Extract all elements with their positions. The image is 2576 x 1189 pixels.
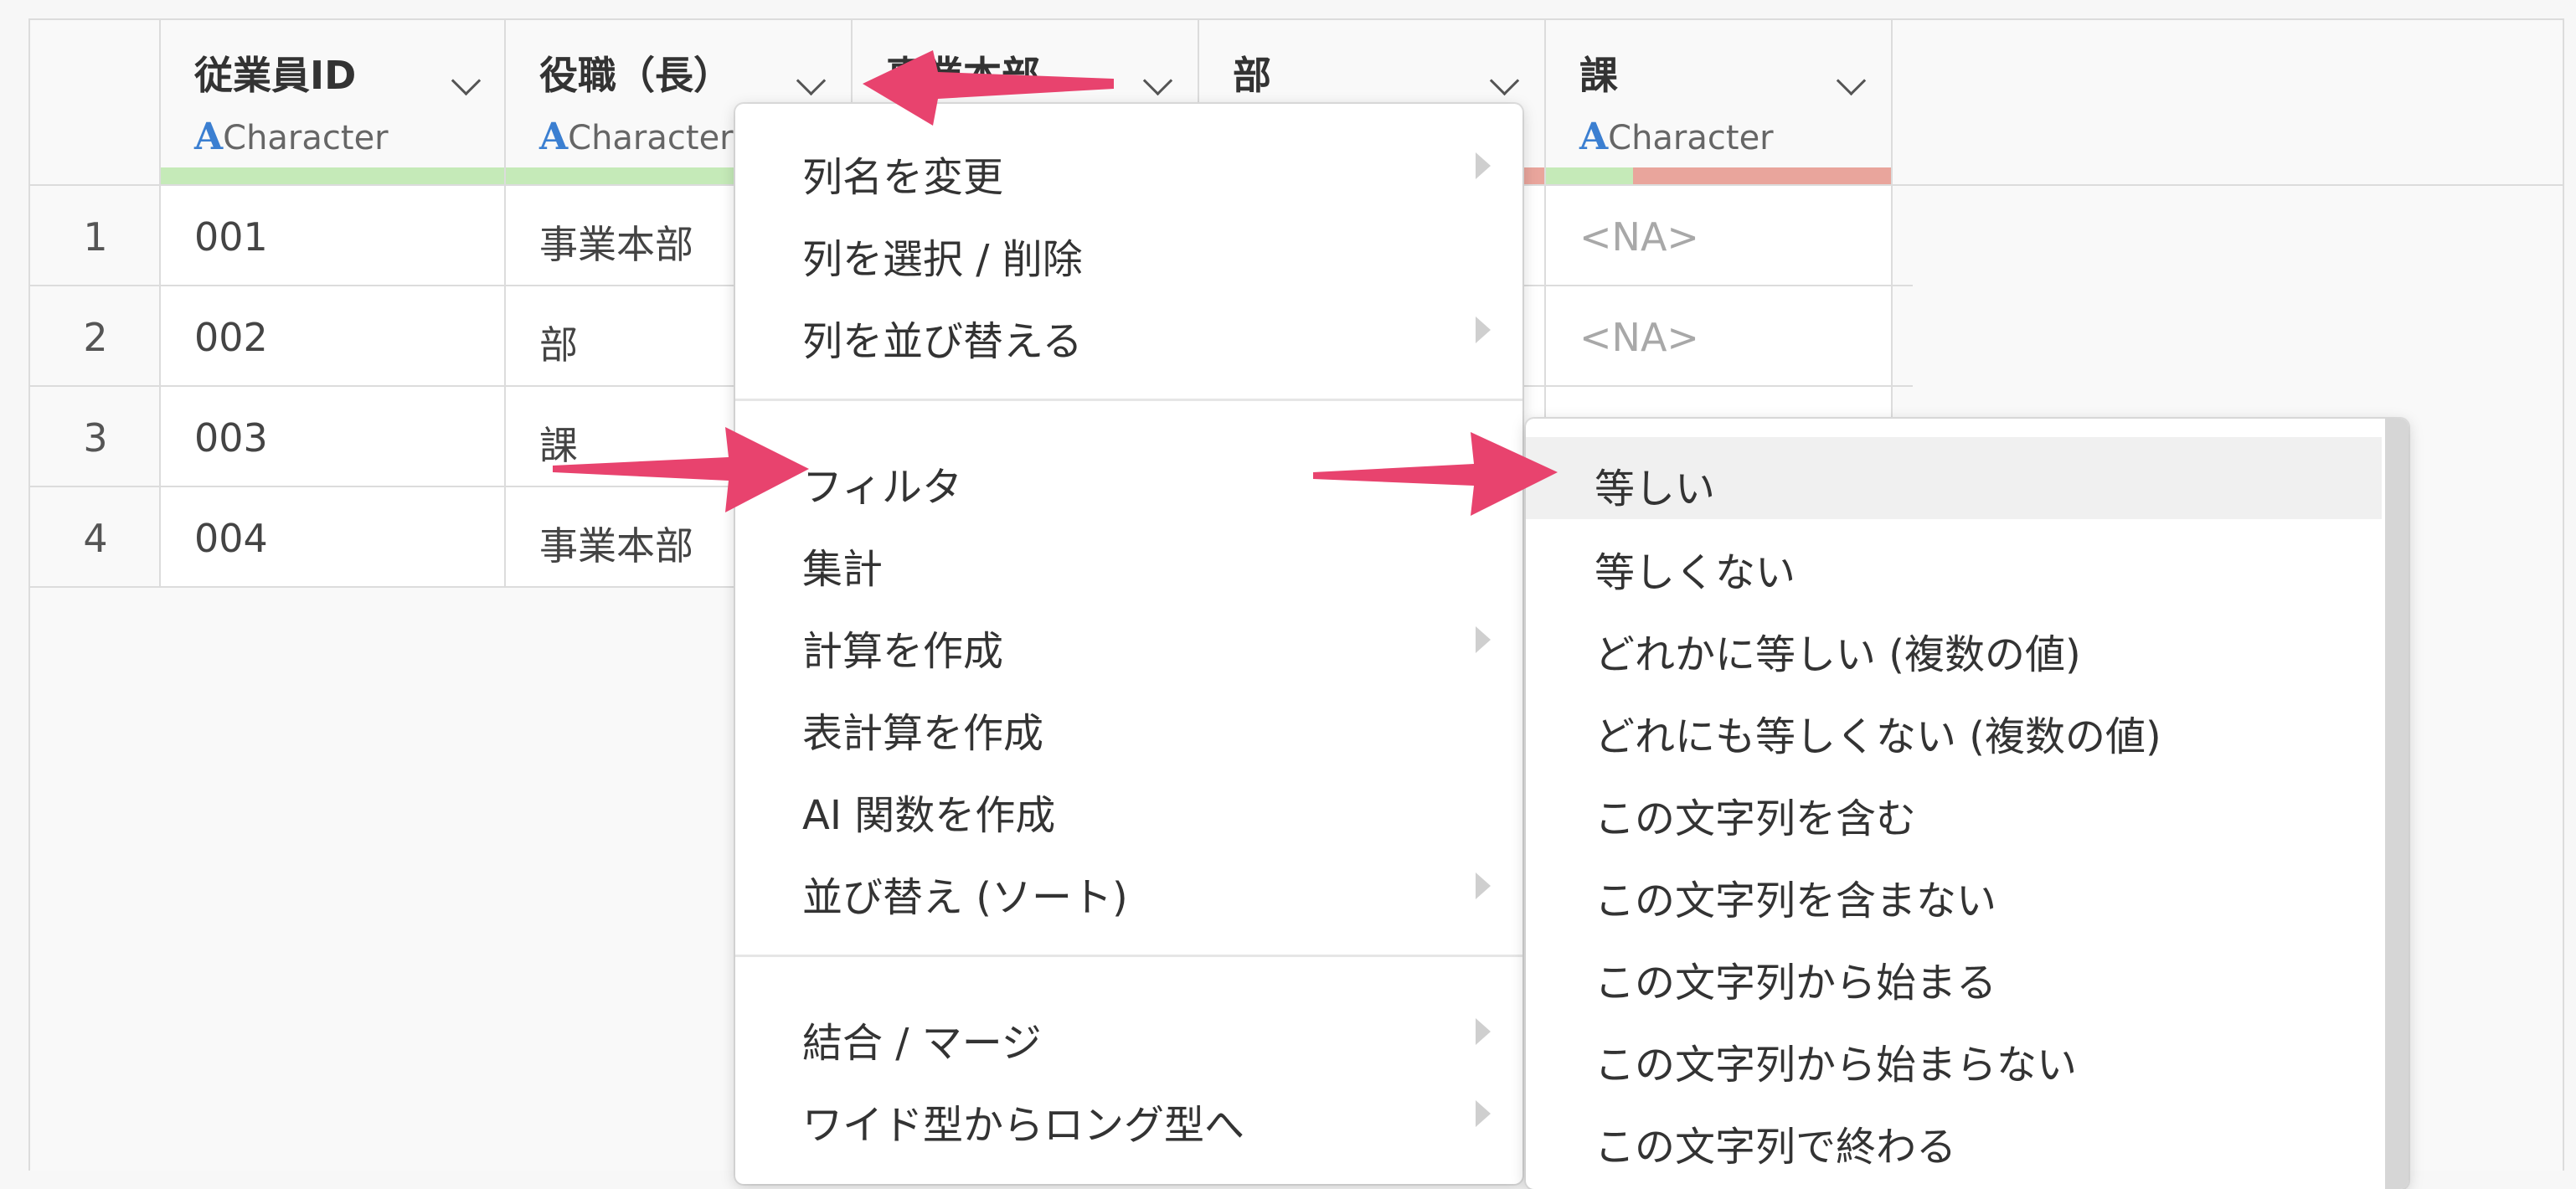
filter-option-equal[interactable]: 等しい bbox=[1526, 437, 2382, 519]
filter-option-ends-with[interactable]: この文字列で終わる bbox=[1526, 1095, 2382, 1177]
filter-option-equal-any[interactable]: どれかに等しい (複数の値) bbox=[1526, 603, 2382, 685]
character-type-icon: A bbox=[1579, 116, 1609, 158]
column-title: 課 bbox=[1579, 53, 1618, 98]
menu-separator bbox=[735, 955, 1522, 957]
menu-item-select-delete-columns[interactable]: 列を選択 / 削除 bbox=[735, 211, 1522, 286]
filter-submenu: 等しい 等しくない どれかに等しい (複数の値) どれにも等しくない (複数の値… bbox=[1526, 419, 2409, 1189]
chevron-down-icon[interactable] bbox=[1142, 65, 1173, 96]
chevron-down-icon[interactable] bbox=[796, 65, 827, 96]
menu-item-rename-column[interactable]: 列名を変更 bbox=[735, 129, 1522, 204]
quality-bar bbox=[161, 167, 504, 184]
column-type: ACharacter bbox=[194, 116, 389, 158]
chevron-down-icon[interactable] bbox=[1489, 65, 1520, 96]
menu-item-summarize[interactable]: 集計 bbox=[735, 521, 1522, 596]
submenu-caret-icon bbox=[1476, 626, 1491, 653]
table-cell[interactable]: 003 bbox=[161, 387, 506, 486]
filter-option-not-contains[interactable]: この文字列を含まない bbox=[1526, 849, 2382, 931]
annotation-arrow-left-icon bbox=[863, 50, 1114, 126]
table-cell[interactable]: 002 bbox=[161, 286, 506, 385]
annotation-arrow-right-icon bbox=[553, 427, 809, 512]
chevron-down-icon[interactable] bbox=[451, 65, 482, 96]
submenu-caret-icon bbox=[1476, 1100, 1491, 1127]
table-cell[interactable]: <NA> bbox=[1546, 286, 1893, 385]
menu-separator bbox=[735, 399, 1522, 401]
quality-bar bbox=[1546, 167, 1891, 184]
filter-option-not-starts-with[interactable]: この文字列から始まらない bbox=[1526, 1013, 2382, 1095]
menu-item-join-merge[interactable]: 結合 / マージ bbox=[735, 995, 1522, 1070]
row-index: 4 bbox=[30, 487, 161, 586]
row-index-header bbox=[30, 20, 161, 184]
menu-item-create-table-calculation[interactable]: 表計算を作成 bbox=[735, 685, 1522, 760]
column-title: 従業員ID bbox=[194, 53, 357, 98]
menu-item-create-ai-function[interactable]: AI 関数を作成 bbox=[735, 767, 1522, 842]
filter-option-not-equal-any[interactable]: どれにも等しくない (複数の値) bbox=[1526, 685, 2382, 767]
column-header-employee-id[interactable]: 従業員ID ACharacter bbox=[161, 20, 506, 184]
annotation-arrow-right-icon bbox=[1313, 432, 1558, 516]
row-index: 3 bbox=[30, 387, 161, 486]
filter-option-starts-with[interactable]: この文字列から始まる bbox=[1526, 931, 2382, 1013]
chevron-down-icon[interactable] bbox=[1836, 65, 1867, 96]
menu-item-reorder-columns[interactable]: 列を並び替える bbox=[735, 293, 1522, 368]
filter-option-not-equal[interactable]: 等しくない bbox=[1526, 521, 2382, 603]
filter-option-contains[interactable]: この文字列を含む bbox=[1526, 767, 2382, 849]
submenu-caret-icon bbox=[1476, 1018, 1491, 1045]
character-type-icon: A bbox=[539, 116, 569, 158]
column-type: ACharacter bbox=[1579, 116, 1774, 158]
table-cell[interactable]: 004 bbox=[161, 487, 506, 586]
row-index: 2 bbox=[30, 286, 161, 385]
menu-item-sort[interactable]: 並び替え (ソート) bbox=[735, 849, 1522, 924]
column-header-section[interactable]: 課 ACharacter bbox=[1546, 20, 1893, 184]
row-index: 1 bbox=[30, 186, 161, 285]
menu-item-wide-to-long[interactable]: ワイド型からロング型へ bbox=[735, 1077, 1522, 1152]
character-type-icon: A bbox=[194, 116, 224, 158]
column-type: ACharacter bbox=[539, 116, 734, 158]
column-context-menu: 列名を変更 列を選択 / 削除 列を並び替える フィルタ 集計 計算を作成 表計… bbox=[735, 104, 1522, 1184]
column-title: 役職（長） bbox=[539, 53, 732, 98]
submenu-caret-icon bbox=[1476, 872, 1491, 899]
menu-item-create-calculation[interactable]: 計算を作成 bbox=[735, 603, 1522, 678]
table-cell[interactable]: 001 bbox=[161, 186, 506, 285]
submenu-scrollbar[interactable] bbox=[2385, 419, 2409, 1189]
table-cell[interactable]: <NA> bbox=[1546, 186, 1893, 285]
submenu-caret-icon bbox=[1476, 317, 1491, 343]
submenu-caret-icon bbox=[1476, 152, 1491, 179]
column-title: 部 bbox=[1233, 53, 1271, 98]
